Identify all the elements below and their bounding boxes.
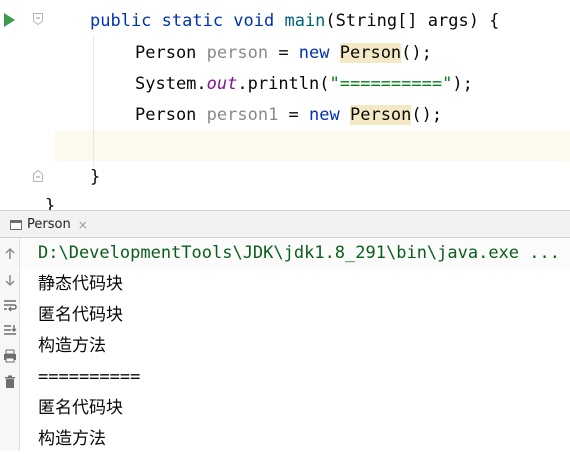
code-line-person1: Person person1 = new Person(); [135,100,442,130]
closing-brace-class: } [45,196,56,210]
keyword-new: new [309,105,350,125]
console-command-line: D:\DevelopmentTools\JDK\jdk1.8_291\bin\j… [38,243,560,263]
console-output-line: ========== [38,367,141,387]
console-toolbar [0,238,20,451]
indent-guide [93,36,94,166]
current-line-highlight [0,131,570,161]
close-icon[interactable]: × [78,218,88,232]
soft-wrap-icon[interactable] [2,297,18,313]
up-arrow-icon[interactable] [2,246,18,262]
class-name-highlighted: Person [349,105,412,125]
method-name: main [284,11,326,31]
fold-close-icon[interactable] [33,170,43,182]
editor-gutter [0,0,55,210]
variable-name: person1 [206,105,279,125]
print-icon[interactable] [2,348,18,364]
console-output-line: 构造方法 [38,429,106,449]
keyword-new: new [298,43,340,63]
scroll-to-end-icon[interactable] [2,322,18,338]
console-output-line: 匿名代码块 [38,398,123,418]
statement-end: (); [411,105,443,125]
tab-label: Person [27,217,71,232]
fold-open-icon[interactable] [33,13,43,25]
system-class: System. [135,74,207,94]
assign-op: = [268,43,299,63]
run-console[interactable]: D:\DevelopmentTools\JDK\jdk1.8_291\bin\j… [0,238,570,451]
class-name-highlighted: Person [339,43,402,63]
assign-op: = [278,105,310,125]
code-line-person: Person person = new Person(); [135,38,432,68]
code-line-println: System.out.println("=========="); [135,69,473,99]
run-config-icon [10,219,22,230]
run-gutter-icon[interactable] [4,13,15,27]
statement-end: ); [452,74,473,94]
static-field-out: out [206,74,238,94]
down-arrow-icon[interactable] [2,272,18,288]
code-editor[interactable]: public static void main(String[] args) {… [0,0,570,210]
console-output-line: 匿名代码块 [38,305,123,325]
type-name: Person [135,105,207,125]
run-tool-window-tabbar: Person × [0,210,570,238]
statement-end: (); [401,43,432,63]
method-params: (String[] args) { [325,11,500,31]
trash-icon[interactable] [2,374,18,390]
console-output-line: 构造方法 [38,336,106,356]
string-literal: "==========" [329,74,453,94]
console-output-line: 静态代码块 [38,274,123,294]
closing-brace-method: } [90,167,101,187]
keyword-public-static-void: public static void [90,11,285,31]
code-line-signature: public static void main(String[] args) { [90,6,499,36]
println-call: .println( [237,74,330,94]
type-name: Person [135,43,207,63]
variable-name: person [206,43,269,63]
tab-person[interactable]: Person × [10,211,88,238]
